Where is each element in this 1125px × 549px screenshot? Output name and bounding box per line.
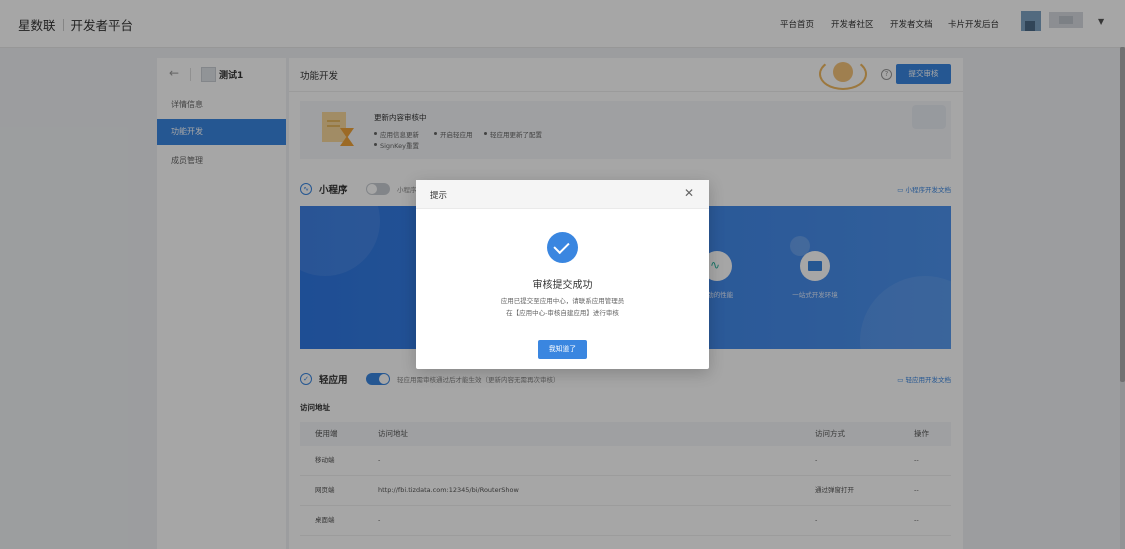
dialog-header: 提示 ✕ bbox=[416, 180, 709, 209]
close-icon[interactable]: ✕ bbox=[684, 186, 694, 200]
dialog-message-line1: 应用已提交至应用中心，请联系应用管理员 bbox=[500, 297, 625, 305]
acknowledge-button[interactable]: 我知道了 bbox=[538, 340, 587, 359]
success-dialog: 提示 ✕ 审核提交成功 应用已提交至应用中心，请联系应用管理员 在【应用中心-审… bbox=[416, 180, 709, 369]
dialog-message-line2: 在【应用中心-审核自建应用】进行审核 bbox=[506, 309, 619, 317]
scrollbar-thumb[interactable] bbox=[1120, 47, 1125, 382]
dialog-title: 提示 bbox=[430, 191, 448, 201]
page-scrollbar[interactable] bbox=[1120, 47, 1125, 549]
success-check-icon bbox=[547, 232, 578, 263]
dialog-heading: 审核提交成功 bbox=[532, 280, 593, 291]
